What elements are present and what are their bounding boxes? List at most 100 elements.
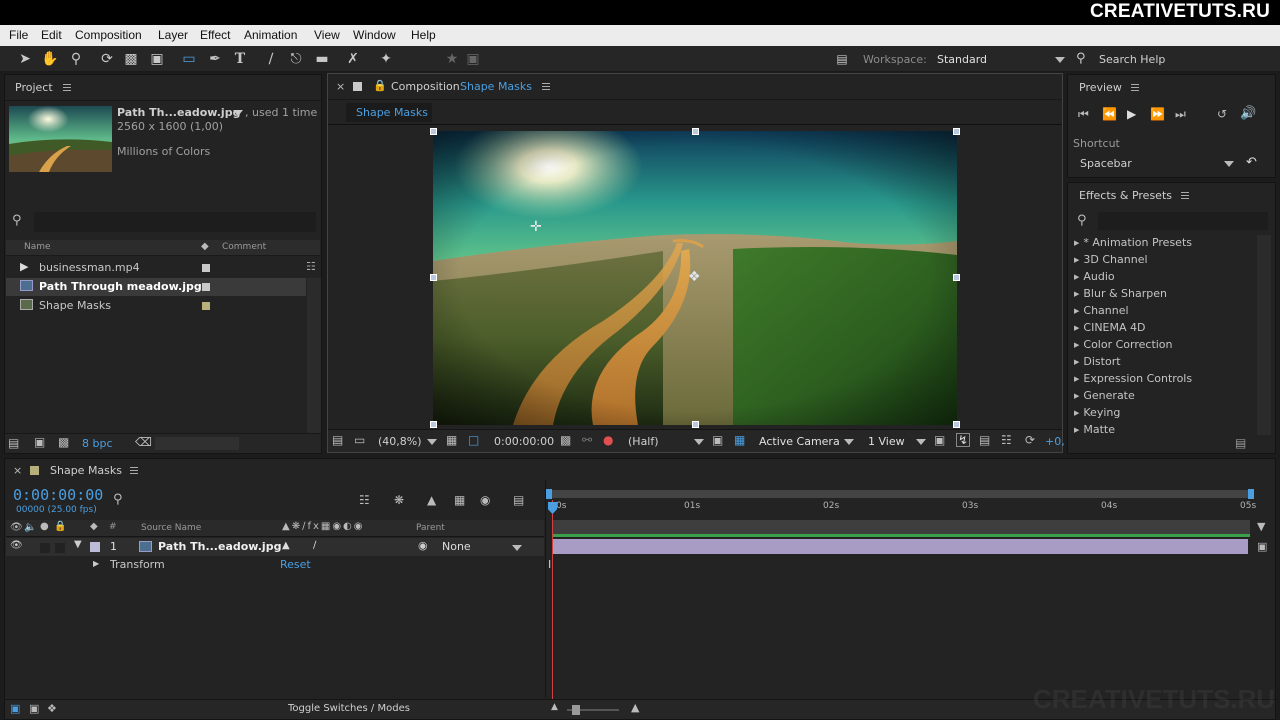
new-composition-icon[interactable]: ▩ (58, 435, 69, 449)
fast-previews-icon[interactable]: ↯ (956, 433, 970, 447)
transform-handle[interactable] (430, 421, 437, 428)
zoom-slider-thumb[interactable] (572, 705, 580, 715)
comp-tab-shape-masks[interactable]: Shape Masks (346, 103, 432, 122)
effect-category[interactable]: CINEMA 4D (1074, 321, 1145, 334)
effect-category[interactable]: 3D Channel (1074, 253, 1147, 266)
timeline-title[interactable]: Shape Masks (50, 464, 122, 477)
effects-panel-title[interactable]: Effects & Presets (1079, 189, 1172, 202)
transform-expand-icon[interactable]: ▶ (93, 559, 99, 568)
pan-behind-tool-icon[interactable]: ▣ (148, 50, 166, 68)
search-help-input[interactable]: Search Help (1099, 53, 1165, 66)
motion-blur-icon[interactable]: ◉ (480, 493, 490, 507)
channels-icon[interactable]: ● (603, 433, 613, 447)
transparency-grid-icon[interactable]: ▦ (734, 433, 745, 447)
transform-handle[interactable] (953, 128, 960, 135)
effect-category[interactable]: Generate (1074, 389, 1134, 402)
close-timeline-icon[interactable]: × (13, 464, 22, 477)
timeline-splitter[interactable] (545, 480, 546, 698)
frame-blending-icon[interactable]: ▦ (454, 493, 465, 507)
always-preview-icon[interactable]: ▤ (332, 433, 343, 447)
transform-handle[interactable] (692, 421, 699, 428)
effect-category[interactable]: Color Correction (1074, 338, 1172, 351)
project-hscroll[interactable] (155, 437, 239, 450)
effects-search-icon[interactable]: ⚲ (1077, 213, 1087, 228)
quality-switch-icon[interactable]: ∕ (313, 540, 316, 551)
resolution-dropdown-icon[interactable] (694, 439, 704, 445)
last-frame-icon[interactable]: ⏭ (1175, 107, 1186, 122)
shy-switch-icon[interactable]: ▲ (282, 540, 290, 551)
reset-shortcut-icon[interactable]: ↶ (1246, 155, 1257, 170)
menu-effect[interactable]: Effect (200, 28, 230, 42)
preview-panel-title[interactable]: Preview (1079, 81, 1122, 94)
parent-dropdown-icon[interactable] (512, 545, 522, 551)
source-name-column[interactable]: Source Name (141, 523, 201, 533)
menu-file[interactable]: File (9, 28, 28, 42)
play-icon[interactable]: ▶ (1127, 107, 1136, 121)
menu-animation[interactable]: Animation (244, 28, 297, 42)
project-scrollbar[interactable] (307, 278, 321, 433)
in-out-panes-icon[interactable]: ❖ (47, 702, 57, 715)
work-area-start[interactable] (546, 489, 552, 499)
interpret-footage-icon[interactable]: ▤ (8, 436, 19, 450)
draft-3d-icon[interactable]: ❋ (394, 493, 404, 507)
audio-icon[interactable]: 🔊 (1240, 106, 1256, 121)
flowchart-icon[interactable]: ☷ (306, 260, 316, 273)
views-dropdown-icon[interactable] (916, 439, 926, 445)
menu-view[interactable]: View (314, 28, 340, 42)
trash-icon[interactable]: ⌫ (135, 435, 152, 449)
effect-category[interactable]: Keying (1074, 406, 1120, 419)
brush-tool-icon[interactable]: ∕ (262, 50, 280, 68)
effect-category[interactable]: Matte (1074, 423, 1115, 436)
parent-column[interactable]: Parent (416, 523, 445, 533)
views-select[interactable]: 1 View (868, 435, 905, 448)
comp-mini-flowchart-icon[interactable]: ☷ (359, 493, 370, 507)
pen-tool-icon[interactable]: ✒ (206, 50, 224, 68)
resolution-select[interactable]: (Half) (628, 435, 659, 448)
work-area-end[interactable] (1248, 489, 1254, 499)
layer-visibility-icon[interactable]: 👁 (10, 540, 23, 551)
effect-category[interactable]: Audio (1074, 270, 1114, 283)
anchor-point-icon[interactable]: ❖ (688, 269, 701, 285)
solo-toggle[interactable] (40, 543, 50, 553)
new-folder-icon[interactable]: ▣ (34, 435, 45, 449)
camera-select[interactable]: Active Camera (759, 435, 840, 448)
transform-reset-link[interactable]: Reset (280, 558, 311, 571)
safe-margins-icon[interactable]: ▦ (446, 433, 457, 447)
workspace-dropdown-icon[interactable] (1055, 57, 1065, 63)
preview-menu-icon[interactable] (1131, 84, 1139, 91)
lock-panel-icon[interactable] (353, 82, 362, 91)
shortcut-dropdown-icon[interactable] (1224, 161, 1234, 167)
transform-handle[interactable] (953, 274, 960, 281)
zoom-dropdown-icon[interactable] (427, 439, 437, 445)
composition-panel-name[interactable]: Shape Masks (460, 80, 532, 93)
layer-row[interactable]: 👁 ▼ 1 Path Th...eadow.jpg ▲ ∕ ◉ None (6, 538, 544, 556)
timeline-search-icon[interactable]: ⚲ (113, 492, 123, 507)
preview-name-dropdown-icon[interactable] (233, 110, 243, 116)
menu-window[interactable]: Window (353, 28, 396, 42)
camera-tool-icon[interactable]: ▩ (122, 50, 140, 68)
menu-composition[interactable]: Composition (75, 28, 142, 42)
zoom-in-icon[interactable]: ▲ (631, 701, 639, 714)
clone-stamp-tool-icon[interactable]: ⎋ (287, 50, 305, 68)
project-item[interactable]: Shape Masks (6, 297, 306, 315)
shortcut-select[interactable]: Spacebar (1080, 157, 1132, 170)
current-time-indicator[interactable] (552, 500, 553, 700)
effect-category[interactable]: Expression Controls (1074, 372, 1192, 385)
camera-dropdown-icon[interactable] (844, 439, 854, 445)
toggle-switches-modes-button[interactable]: Toggle Switches / Modes (288, 703, 410, 714)
label-color-swatch[interactable] (202, 302, 210, 310)
shy-layers-icon[interactable]: ▲ (427, 493, 436, 507)
layer-duration-bar[interactable] (553, 539, 1248, 554)
comp-lock-icon[interactable]: 🔒 (373, 79, 387, 92)
parent-select[interactable]: None (442, 540, 471, 553)
effect-category[interactable]: Blur & Sharpen (1074, 287, 1167, 300)
transform-handle[interactable] (430, 274, 437, 281)
zoom-tool-icon[interactable]: ⚲ (67, 50, 85, 68)
lock-toggle[interactable] (55, 543, 65, 553)
show-snapshot-icon[interactable]: ⚯ (582, 433, 592, 447)
zoom-out-icon[interactable]: ▲ (551, 702, 558, 712)
selection-tool-icon[interactable]: ➤ (16, 50, 34, 68)
mask-visibility-icon[interactable]: □ (468, 433, 479, 447)
timeline-icon[interactable]: ▤ (979, 433, 990, 447)
project-menu-icon[interactable] (63, 84, 71, 91)
